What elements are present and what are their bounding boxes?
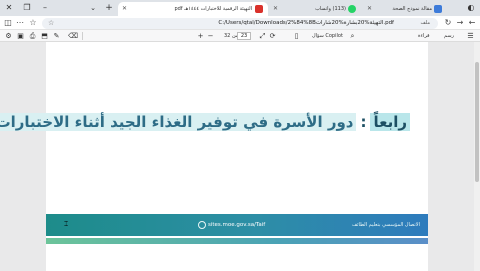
tab-active-pdf[interactable]: التهيئة الرقمية للاختبارات ١٤٤٤هـ pdf ✕ [118,2,268,16]
pdf-page: رابعاً:دور الأسرة في توفير الغذاء الجيد … [0,42,428,271]
tab-close-icon[interactable]: ✕ [367,2,372,16]
tab-close-icon[interactable]: ✕ [273,2,278,16]
tab-article[interactable]: مقالة نموذج الصحة ✕ [364,2,446,16]
tab-strip: ✕ ❐ – ⌄ + التهيئة الرقمية للاختبارات ١٤٤… [0,0,480,16]
tab-whatsapp[interactable]: (113) واتساب ✕ [270,2,360,16]
page-view-icon[interactable]: ▯ [292,31,301,41]
copilot-ask-button[interactable]: سؤال Copilot [312,30,343,42]
heading-text: دور الأسرة في توفير الغذاء الجيد أثناء ا… [0,113,357,131]
forward-icon[interactable]: → [454,17,466,29]
pdf-viewer[interactable]: رابعاً:دور الأسرة في توفير الغذاء الجيد … [0,42,480,271]
rotate-icon[interactable]: ⟳ [268,31,277,41]
globe-icon [198,221,206,229]
toolbar-divider [82,32,83,40]
scrollbar-thumb[interactable] [475,62,479,182]
maximize-icon[interactable]: ❐ [20,2,34,14]
refresh-icon[interactable]: ↻ [442,17,454,29]
tab-title: مقالة نموذج الصحة [392,6,432,12]
profile-icon[interactable]: ◐ [464,2,478,14]
read-aloud-button[interactable]: قراءة [418,30,430,42]
search-icon[interactable]: ⌕ [348,31,357,41]
save-icon[interactable]: ▣ [16,31,25,41]
vertical-scrollbar[interactable] [474,42,480,271]
minimize-icon[interactable]: – [38,2,52,14]
address-url: C:/Users/qtal/Downloads/2%84%8Bالتهيئة%2… [218,20,394,26]
pdf-favicon-icon [255,5,263,13]
pdf-settings-icon[interactable]: ⚙ [4,31,13,41]
save-as-icon[interactable]: ⬒ [40,31,49,41]
zoom-out-icon[interactable]: − [206,31,215,41]
mouse-cursor-icon: ⌶ [64,220,69,228]
heading-colon: : [360,113,367,131]
zoom-in-icon[interactable]: + [196,31,205,41]
table-of-contents-icon[interactable]: ☰ [466,31,475,41]
pdf-toolbar: ⚙ ▣ ⎙ ⬒ ✎ ⌫ + − من 32 23 ⤢ ⟳ ▯ سؤال Copi… [0,30,480,42]
fit-page-icon[interactable]: ⤢ [258,31,267,41]
extensions-icon[interactable]: ◫ [2,17,14,29]
settings-menu-icon[interactable]: ⋯ [14,17,26,29]
tab-title: (113) واتساب [315,6,346,12]
draw-icon[interactable]: ✎ [52,31,61,41]
tab-close-icon[interactable]: ✕ [122,2,127,16]
contents-button[interactable]: رسم [444,30,454,42]
address-scheme-label: ملف [420,20,430,26]
footer-accent-line [46,238,428,244]
tab-search-icon[interactable]: ⌄ [88,3,98,13]
section-heading: رابعاً:دور الأسرة في توفير الغذاء الجيد … [0,112,410,133]
footer-url: sites.moe.gov.sa/Taif [208,222,266,228]
favorites-icon[interactable]: ☆ [27,17,39,29]
navigation-bar: ◫ ⋯ ☆ ☆ C:/Users/qtal/Downloads/2%84%8Bا… [0,16,480,30]
eraser-icon[interactable]: ⌫ [68,31,78,41]
back-icon[interactable]: ← [466,17,478,29]
heading-label: رابعاً [370,113,410,131]
address-bar[interactable]: ☆ C:/Users/qtal/Downloads/2%84%8Bالتهيئة… [42,18,438,29]
whatsapp-favicon-icon [348,5,356,13]
page-favicon-icon [434,5,442,13]
footer-entity: الاتصال المؤسسي بتعليم الطائف [351,222,420,228]
footer-banner: sites.moe.gov.sa/Taif الاتصال المؤسسي بت… [46,214,428,236]
page-number-input[interactable]: 23 [237,32,251,40]
print-icon[interactable]: ⎙ [28,31,37,41]
new-tab-button[interactable]: + [104,3,114,13]
tab-title: التهيئة الرقمية للاختبارات ١٤٤٤هـ pdf [174,6,252,12]
add-favorite-icon[interactable]: ☆ [48,18,54,29]
close-window-icon[interactable]: ✕ [2,2,16,14]
